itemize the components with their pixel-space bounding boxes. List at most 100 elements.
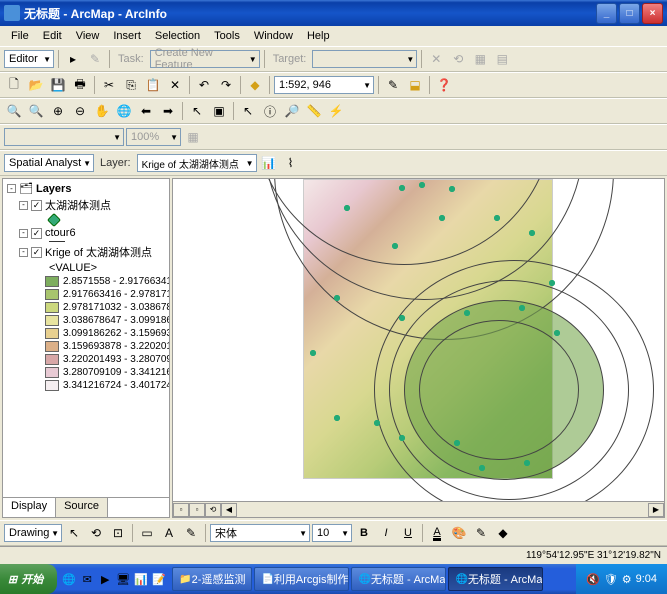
checkbox-icon[interactable]: ✓	[31, 247, 42, 258]
sketch-tool-icon[interactable]: ✎	[85, 49, 105, 69]
toc-layer-contour[interactable]: - ✓ ctour6	[5, 226, 167, 240]
print-icon[interactable]: 🖶	[70, 75, 90, 95]
fixed-zoom-out-icon[interactable]: ⊖	[70, 101, 90, 121]
text-icon[interactable]: A	[159, 523, 179, 543]
delete-icon[interactable]: ✕	[165, 75, 185, 95]
open-icon[interactable]: 📂	[26, 75, 46, 95]
spatial-analyst-dropdown[interactable]: Spatial Analyst▼	[4, 154, 94, 172]
zoom-in-icon[interactable]: 🔍	[4, 101, 24, 121]
editor-dropdown[interactable]: Editor▼	[4, 50, 54, 68]
tray-icon[interactable]: 🛡	[604, 573, 618, 586]
toc-root[interactable]: - 🗂 Layers	[5, 181, 167, 196]
maximize-button[interactable]: □	[619, 3, 640, 24]
paste-icon[interactable]: 📋	[143, 75, 163, 95]
attributes-icon[interactable]: ▦	[470, 49, 490, 69]
task-button[interactable]: 🌐 无标题 - ArcMap - ...	[351, 567, 446, 591]
sketch-props-icon[interactable]: ▤	[492, 49, 512, 69]
menu-insert[interactable]: Insert	[106, 28, 148, 44]
redo-icon[interactable]: ↷	[216, 75, 236, 95]
toc-layer-krige[interactable]: - ✓ Krige of 太湖湖体测点	[5, 243, 167, 261]
legend-row[interactable]: 2.978171032 - 3.038678646	[5, 301, 167, 314]
scale-dropdown[interactable]: 1:592, 946▼	[274, 76, 374, 94]
menu-help[interactable]: Help	[300, 28, 337, 44]
select-elements-icon[interactable]: ↖	[238, 101, 258, 121]
menu-window[interactable]: Window	[247, 28, 300, 44]
system-tray[interactable]: 🔇 🛡 ⚙ 9:04	[576, 564, 667, 594]
zoom-out-icon[interactable]: 🔍	[26, 101, 46, 121]
zoom-to-selected-icon[interactable]: ⊡	[108, 523, 128, 543]
scroll-left-icon[interactable]: ◀	[221, 503, 237, 517]
new-icon[interactable]: 🗋	[4, 75, 24, 95]
layout-view-button[interactable]: ▫	[189, 503, 205, 517]
toc-layer-points[interactable]: - ✓ 太湖湖体测点	[5, 196, 167, 214]
refresh-button[interactable]: ⟲	[205, 503, 221, 517]
menu-view[interactable]: View	[69, 28, 107, 44]
tab-display[interactable]: Display	[3, 498, 56, 517]
cut-features-icon[interactable]: ✕	[426, 49, 446, 69]
ql-icon[interactable]: 🌐	[61, 571, 77, 587]
legend-row[interactable]: 3.280709109 - 3.341216723	[5, 366, 167, 379]
menu-selection[interactable]: Selection	[148, 28, 207, 44]
map-view[interactable]: ▫ ▫ ⟲ ◀ ▶	[172, 178, 665, 518]
clear-selection-icon[interactable]: ▣	[209, 101, 229, 121]
rectangle-icon[interactable]: ▭	[137, 523, 157, 543]
bold-icon[interactable]: B	[354, 523, 374, 543]
select-features-icon[interactable]: ↖	[187, 101, 207, 121]
tray-icon[interactable]: 🔇	[586, 573, 600, 586]
legend-row[interactable]: 3.341216724 - 3.401724339	[5, 379, 167, 392]
font-size-dropdown[interactable]: 10▼	[312, 524, 352, 542]
hyperlink-icon[interactable]: ⚡	[326, 101, 346, 121]
back-extent-icon[interactable]: ⬅	[136, 101, 156, 121]
add-data-icon[interactable]: ◆	[245, 75, 265, 95]
arccatalog-icon[interactable]: ⬓	[405, 75, 425, 95]
tray-icon[interactable]: ⚙	[622, 573, 632, 586]
find-icon[interactable]: 🔎	[282, 101, 302, 121]
start-button[interactable]: ⊞开始	[0, 564, 57, 594]
minimize-button[interactable]: _	[596, 3, 617, 24]
map-canvas[interactable]	[303, 179, 553, 479]
fill-color-icon[interactable]: 🎨	[449, 523, 469, 543]
contour-icon[interactable]: ⌇	[281, 153, 301, 173]
rotate-icon[interactable]: ⟲	[86, 523, 106, 543]
target-dropdown[interactable]: ▼	[312, 50, 417, 68]
fixed-zoom-in-icon[interactable]: ⊕	[48, 101, 68, 121]
collapse-icon[interactable]: -	[7, 184, 16, 193]
drawing-dropdown[interactable]: Drawing▼	[4, 524, 62, 542]
swipe-icon[interactable]: ▦	[183, 127, 203, 147]
copy-icon[interactable]: ⎘	[121, 75, 141, 95]
legend-row[interactable]: 3.038678647 - 3.099186261	[5, 314, 167, 327]
underline-icon[interactable]: U	[398, 523, 418, 543]
collapse-icon[interactable]: -	[19, 201, 28, 210]
save-icon[interactable]: 💾	[48, 75, 68, 95]
menu-file[interactable]: File	[4, 28, 36, 44]
full-extent-icon[interactable]: 🌐	[114, 101, 134, 121]
task-button[interactable]: 📄 利用Arcgis制作等值...	[254, 567, 349, 591]
collapse-icon[interactable]: -	[19, 229, 28, 238]
tray-clock[interactable]: 9:04	[636, 573, 657, 585]
edit-tool-icon[interactable]: ▸	[63, 49, 83, 69]
italic-icon[interactable]: I	[376, 523, 396, 543]
help-icon[interactable]: ❓	[434, 75, 454, 95]
analyst-layer-dropdown[interactable]: Krige of 太湖湖体测点▼	[137, 154, 257, 172]
legend-row[interactable]: 3.220201493 - 3.280709108	[5, 353, 167, 366]
legend-row[interactable]: 2.917663416 - 2.978171031	[5, 288, 167, 301]
editor-toolbar-icon[interactable]: ✎	[383, 75, 403, 95]
select-elements-icon[interactable]: ↖	[64, 523, 84, 543]
task-dropdown[interactable]: Create New Feature▼	[150, 50, 260, 68]
collapse-icon[interactable]: -	[19, 248, 28, 257]
scroll-right-icon[interactable]: ▶	[648, 503, 664, 517]
checkbox-icon[interactable]: ✓	[31, 200, 42, 211]
close-button[interactable]: ×	[642, 3, 663, 24]
task-button[interactable]: 📁 2-遥感监测	[172, 567, 252, 591]
measure-icon[interactable]: 📏	[304, 101, 324, 121]
undo-icon[interactable]: ↶	[194, 75, 214, 95]
font-color-icon[interactable]: A	[427, 523, 447, 543]
histogram-icon[interactable]: 📊	[259, 153, 279, 173]
ql-icon[interactable]: ✉	[79, 571, 95, 587]
ql-icon[interactable]: 📝	[151, 571, 167, 587]
map-scrollbar[interactable]: ▫ ▫ ⟲ ◀ ▶	[173, 501, 664, 517]
checkbox-icon[interactable]: ✓	[31, 228, 42, 239]
legend-row[interactable]: 3.159693878 - 3.220201492	[5, 340, 167, 353]
menu-edit[interactable]: Edit	[36, 28, 69, 44]
legend-row[interactable]: 3.099186262 - 3.159693877	[5, 327, 167, 340]
